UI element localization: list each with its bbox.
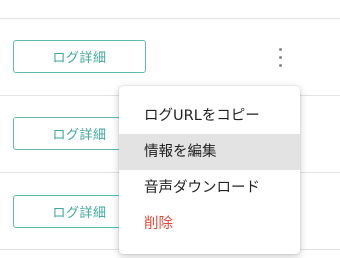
- log-list: ログ詳細 ログ詳細 ログ詳細 ログURLをコピー 情報を編集 音声ダウンロード …: [0, 0, 340, 258]
- row-context-menu: ログURLをコピー 情報を編集 音声ダウンロード 削除: [119, 86, 300, 254]
- row-divider: [0, 18, 340, 19]
- log-detail-button[interactable]: ログ詳細: [13, 40, 146, 73]
- menu-item-delete[interactable]: 削除: [119, 206, 300, 242]
- more-vert-icon[interactable]: [269, 42, 293, 74]
- menu-item-edit-info[interactable]: 情報を編集: [119, 134, 300, 170]
- menu-item-copy-log-url[interactable]: ログURLをコピー: [119, 98, 300, 134]
- menu-item-download-audio[interactable]: 音声ダウンロード: [119, 170, 300, 206]
